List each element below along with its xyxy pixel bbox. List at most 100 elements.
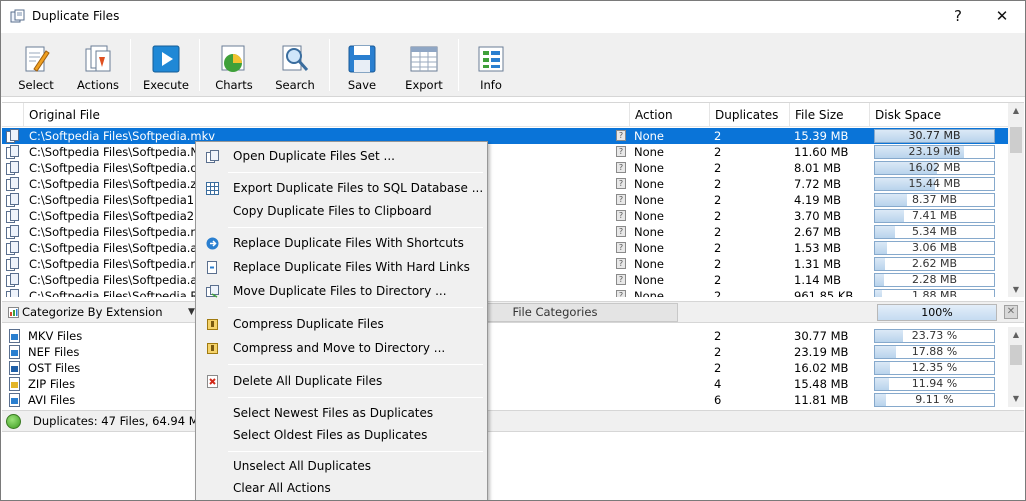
chevron-down-icon[interactable]: ▼ bbox=[188, 304, 195, 321]
file-action[interactable]: None bbox=[634, 208, 710, 224]
question-icon[interactable]: ? bbox=[616, 194, 626, 205]
file-type-icon bbox=[9, 393, 20, 407]
title-bar: Duplicate Files ? ✕ bbox=[1, 1, 1025, 32]
help-button[interactable]: ? bbox=[935, 1, 981, 32]
table-row[interactable]: C:\Softpedia Files\Softpedia.Rec? None 2 96… bbox=[2, 288, 1008, 297]
info-icon bbox=[478, 46, 504, 72]
info-button[interactable]: Info bbox=[461, 37, 521, 95]
file-type-icon bbox=[9, 377, 20, 391]
menu-copy-clipboard[interactable]: Copy Duplicate Files to Clipboard bbox=[198, 200, 485, 222]
file-duplicates: 2 bbox=[714, 145, 722, 159]
menu-compress-move[interactable]: Compress and Move to Directory ... bbox=[198, 337, 485, 359]
table-row[interactable]: C:\Softpedia Files\Softpedia.zip? None 2 7.… bbox=[2, 176, 1008, 192]
menu-replace-hardlinks[interactable]: Replace Duplicate Files With Hard Links bbox=[198, 256, 485, 278]
question-icon[interactable]: ? bbox=[616, 242, 626, 253]
header-disk-space[interactable]: Disk Space bbox=[870, 103, 1008, 127]
list-item[interactable]: MKV Files 2 30.77 MB 23.73 % bbox=[2, 328, 1008, 344]
header-file-size[interactable]: File Size bbox=[790, 103, 870, 127]
list-item[interactable]: AVI Files 6 11.81 MB 9.11 % bbox=[2, 392, 1008, 407]
close-button[interactable]: ✕ bbox=[979, 1, 1025, 32]
header-action[interactable]: Action bbox=[630, 103, 710, 127]
scroll-up-arrow[interactable]: ▲ bbox=[1008, 103, 1024, 119]
categorize-dropdown[interactable]: Categorize By Extension bbox=[6, 304, 163, 321]
menu-replace-shortcuts-label: Replace Duplicate Files With Shortcuts bbox=[233, 236, 464, 250]
search-button[interactable]: Search bbox=[264, 37, 326, 95]
question-icon[interactable]: ? bbox=[616, 290, 626, 297]
menu-select-oldest[interactable]: Select Oldest Files as Duplicates bbox=[198, 424, 485, 446]
menu-separator bbox=[228, 227, 483, 228]
menu-export-sql[interactable]: Export Duplicate Files to SQL Database .… bbox=[198, 177, 485, 199]
menu-compress[interactable]: Compress Duplicate Files bbox=[198, 313, 485, 335]
file-action[interactable]: None bbox=[634, 176, 710, 192]
menu-move-dir[interactable]: Move Duplicate Files to Directory ... bbox=[198, 280, 485, 302]
menu-replace-shortcuts[interactable]: Replace Duplicate Files With Shortcuts bbox=[198, 232, 485, 254]
table-row[interactable]: C:\Softpedia Files\Softpedia.avi? None 2 1.… bbox=[2, 240, 1008, 256]
execute-button[interactable]: Execute bbox=[135, 37, 197, 95]
table-row[interactable]: C:\Softpedia Files\Softpedia.NEF? None 2 11… bbox=[2, 144, 1008, 160]
question-icon[interactable]: ? bbox=[616, 258, 626, 269]
export-button[interactable]: Export bbox=[393, 37, 455, 95]
file-action[interactable]: None bbox=[634, 240, 710, 256]
disk-space-text: 8.37 MB bbox=[911, 193, 958, 206]
save-button[interactable]: Save bbox=[332, 37, 392, 95]
scroll-up-arrow[interactable]: ▲ bbox=[1008, 327, 1024, 343]
duplicates-table: Original File Action Duplicates File Siz… bbox=[2, 102, 1024, 297]
question-icon[interactable]: ? bbox=[616, 146, 626, 157]
header-duplicates[interactable]: Duplicates bbox=[710, 103, 790, 127]
file-action[interactable]: None bbox=[634, 160, 710, 176]
table-row[interactable]: C:\Softpedia Files\Softpedia.mkv? None 2 15… bbox=[2, 128, 1008, 144]
file-action[interactable]: None bbox=[634, 256, 710, 272]
charts-button[interactable]: Charts bbox=[203, 37, 265, 95]
file-action[interactable]: None bbox=[634, 144, 710, 160]
select-button[interactable]: Select bbox=[5, 37, 67, 95]
category-percent-text: 12.35 % bbox=[911, 361, 958, 374]
info-label: Info bbox=[480, 78, 502, 92]
table-row[interactable]: C:\Softpedia Files\Softpedia.ost? None 2 8.… bbox=[2, 160, 1008, 176]
menu-clear-actions[interactable]: Clear All Actions bbox=[198, 477, 485, 499]
category-scrollbar[interactable]: ▲ ▼ bbox=[1008, 327, 1024, 407]
file-size: 15.39 MB bbox=[794, 129, 849, 143]
file-action[interactable]: None bbox=[634, 192, 710, 208]
file-action[interactable]: None bbox=[634, 288, 710, 297]
header-icon-column[interactable] bbox=[2, 103, 24, 127]
table-row[interactable]: C:\Softpedia Files\Softpedia2.avi? None 2 3… bbox=[2, 208, 1008, 224]
question-icon[interactable]: ? bbox=[616, 130, 626, 141]
file-action[interactable]: None bbox=[634, 128, 710, 144]
progress-text: 100% bbox=[921, 306, 953, 319]
list-item[interactable]: ZIP Files 4 15.48 MB 11.94 % bbox=[2, 376, 1008, 392]
table-row[interactable]: C:\Softpedia Files\Softpedia.rar? None 2 2.… bbox=[2, 224, 1008, 240]
scroll-down-arrow[interactable]: ▼ bbox=[1008, 391, 1024, 407]
disk-space-text: 23.19 MB bbox=[908, 145, 961, 158]
hard-link-icon bbox=[207, 261, 217, 274]
category-percent-text: 17.88 % bbox=[911, 345, 958, 358]
menu-separator bbox=[228, 364, 483, 365]
list-item[interactable]: OST Files 2 16.02 MB 12.35 % bbox=[2, 360, 1008, 376]
table-row[interactable]: C:\Softpedia Files\Softpedia.aac? None 2 1.… bbox=[2, 272, 1008, 288]
table-row[interactable]: C:\Softpedia Files\Softpedia.rtf? None 2 1.… bbox=[2, 256, 1008, 272]
file-action[interactable]: None bbox=[634, 224, 710, 240]
question-icon[interactable]: ? bbox=[616, 210, 626, 221]
question-icon[interactable]: ? bbox=[616, 226, 626, 237]
actions-button[interactable]: Actions bbox=[67, 37, 129, 95]
menu-select-newest[interactable]: Select Newest Files as Duplicates bbox=[198, 402, 485, 424]
menu-unselect-all[interactable]: Unselect All Duplicates bbox=[198, 455, 485, 477]
close-icon[interactable]: ✕ bbox=[1004, 305, 1018, 319]
menu-separator bbox=[228, 397, 483, 398]
header-original-file[interactable]: Original File bbox=[24, 103, 630, 127]
scroll-down-arrow[interactable]: ▼ bbox=[1008, 282, 1024, 297]
menu-open-set[interactable]: Open Duplicate Files Set ... bbox=[198, 145, 485, 167]
file-size: 11.60 MB bbox=[794, 145, 849, 159]
scroll-thumb[interactable] bbox=[1010, 127, 1022, 153]
category-size: 11.81 MB bbox=[794, 393, 849, 407]
table-row[interactable]: C:\Softpedia Files\Softpedia1.EXE? None 2 4… bbox=[2, 192, 1008, 208]
file-action[interactable]: None bbox=[634, 272, 710, 288]
question-icon[interactable]: ? bbox=[616, 274, 626, 285]
question-icon[interactable]: ? bbox=[616, 178, 626, 189]
menu-delete-all-label: Delete All Duplicate Files bbox=[233, 374, 383, 388]
question-icon[interactable]: ? bbox=[616, 162, 626, 173]
list-item[interactable]: NEF Files 2 23.19 MB 17.88 % bbox=[2, 344, 1008, 360]
menu-delete-all[interactable]: Delete All Duplicate Files bbox=[198, 370, 485, 392]
file-duplicates: 2 bbox=[714, 161, 722, 175]
scroll-thumb[interactable] bbox=[1010, 345, 1022, 365]
table-scrollbar[interactable]: ▲ ▼ bbox=[1008, 103, 1024, 297]
